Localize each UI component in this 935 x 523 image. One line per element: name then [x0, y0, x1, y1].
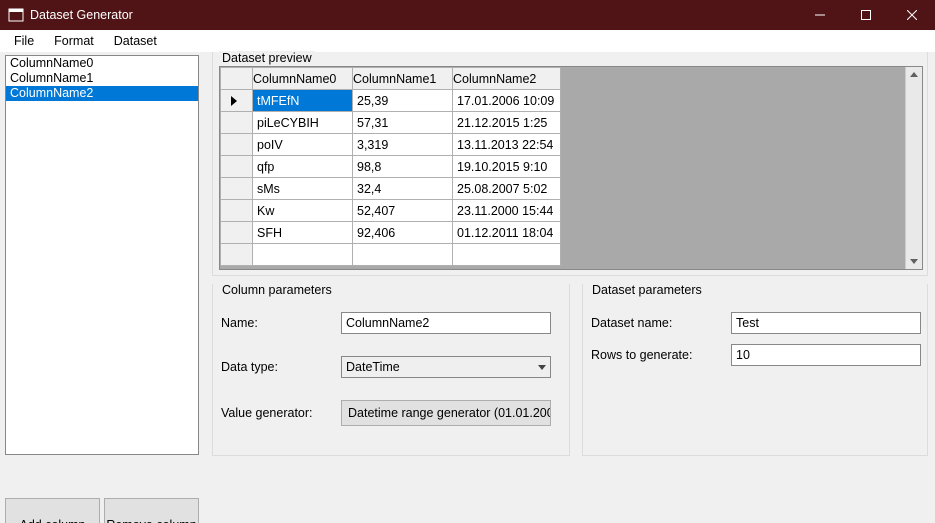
row-header[interactable] — [221, 244, 253, 266]
column-name-input[interactable] — [341, 312, 551, 334]
row-header[interactable] — [221, 134, 253, 156]
data-type-label: Data type: — [221, 360, 341, 374]
grid-cell[interactable]: 19.10.2015 9:10 — [453, 156, 561, 178]
dataset-name-input[interactable] — [731, 312, 921, 334]
grid-cell[interactable]: 23.11.2000 15:44 — [453, 200, 561, 222]
grid-cell[interactable]: 92,406 — [353, 222, 453, 244]
value-generator-button[interactable]: Datetime range generator (01.01.2000 — [341, 400, 551, 426]
value-generator-label: Value generator: — [221, 406, 341, 420]
column-header[interactable]: ColumnName2 — [453, 68, 561, 90]
group-label: Dataset preview — [219, 51, 315, 65]
grid-cell[interactable]: 21.12.2015 1:25 — [453, 112, 561, 134]
rows-to-generate-label: Rows to generate: — [591, 348, 731, 362]
dataset-name-label: Dataset name: — [591, 316, 731, 330]
menu-bar: File Format Dataset — [0, 30, 935, 52]
grid-cell[interactable]: qfp — [253, 156, 353, 178]
row-header[interactable] — [221, 90, 253, 112]
dataset-preview-group: Dataset preview ColumnName0 ColumnName1 … — [212, 52, 928, 276]
grid-cell[interactable]: Kw — [253, 200, 353, 222]
preview-grid[interactable]: ColumnName0 ColumnName1 ColumnName2 tMFE… — [219, 66, 923, 270]
list-item[interactable]: ColumnName0 — [6, 56, 198, 71]
column-header[interactable]: ColumnName1 — [353, 68, 453, 90]
row-header[interactable] — [221, 156, 253, 178]
grid-cell[interactable]: 57,31 — [353, 112, 453, 134]
grid-cell[interactable] — [353, 244, 453, 266]
close-button[interactable] — [889, 0, 935, 30]
app-icon — [8, 7, 24, 23]
row-header[interactable] — [221, 222, 253, 244]
remove-column-button[interactable]: Remove column — [104, 498, 199, 523]
table-row[interactable]: qfp 98,8 19.10.2015 9:10 — [221, 156, 561, 178]
add-column-button[interactable]: Add column — [5, 498, 100, 523]
table-row[interactable] — [221, 244, 561, 266]
grid-cell[interactable]: 17.01.2006 10:09 — [453, 90, 561, 112]
table-row[interactable]: SFH 92,406 01.12.2011 18:04 — [221, 222, 561, 244]
window-title: Dataset Generator — [30, 8, 797, 22]
rows-to-generate-input[interactable] — [731, 344, 921, 366]
name-label: Name: — [221, 316, 341, 330]
grid-cell[interactable]: 52,407 — [353, 200, 453, 222]
grid-cell[interactable]: 13.11.2013 22:54 — [453, 134, 561, 156]
columns-listbox[interactable]: ColumnName0 ColumnName1 ColumnName2 — [5, 55, 199, 455]
grid-corner[interactable] — [221, 68, 253, 90]
table-row[interactable]: piLeCYBIH 57,31 21.12.2015 1:25 — [221, 112, 561, 134]
grid-cell[interactable]: 3,319 — [353, 134, 453, 156]
grid-cell[interactable]: poIV — [253, 134, 353, 156]
grid-cell[interactable]: 98,8 — [353, 156, 453, 178]
menu-format[interactable]: Format — [44, 32, 104, 50]
column-header[interactable]: ColumnName0 — [253, 68, 353, 90]
title-bar: Dataset Generator — [0, 0, 935, 30]
group-label: Column parameters — [219, 283, 335, 297]
select-value: DateTime — [346, 360, 400, 374]
grid-cell[interactable]: piLeCYBIH — [253, 112, 353, 134]
grid-cell[interactable]: SFH — [253, 222, 353, 244]
grid-cell[interactable]: sMs — [253, 178, 353, 200]
table-row[interactable]: sMs 32,4 25.08.2007 5:02 — [221, 178, 561, 200]
grid-cell[interactable]: 01.12.2011 18:04 — [453, 222, 561, 244]
grid-cell[interactable] — [253, 244, 353, 266]
grid-cell[interactable]: 32,4 — [353, 178, 453, 200]
list-item[interactable]: ColumnName2 — [6, 86, 198, 101]
row-header[interactable] — [221, 200, 253, 222]
list-item[interactable]: ColumnName1 — [6, 71, 198, 86]
vertical-scrollbar[interactable] — [905, 67, 922, 269]
data-type-select[interactable]: DateTime — [341, 356, 551, 378]
grid-cell[interactable]: tMFEfN — [253, 90, 353, 112]
table-row[interactable]: Kw 52,407 23.11.2000 15:44 — [221, 200, 561, 222]
row-header[interactable] — [221, 112, 253, 134]
chevron-down-icon — [538, 365, 546, 370]
minimize-button[interactable] — [797, 0, 843, 30]
table-row[interactable]: poIV 3,319 13.11.2013 22:54 — [221, 134, 561, 156]
grid-cell[interactable]: 25,39 — [353, 90, 453, 112]
grid-cell[interactable]: 25.08.2007 5:02 — [453, 178, 561, 200]
group-label: Dataset parameters — [589, 283, 705, 297]
row-header[interactable] — [221, 178, 253, 200]
window-controls — [797, 0, 935, 30]
maximize-button[interactable] — [843, 0, 889, 30]
menu-file[interactable]: File — [4, 32, 44, 50]
dataset-parameters-group: Dataset parameters Dataset name: Rows to… — [582, 284, 928, 456]
menu-dataset[interactable]: Dataset — [104, 32, 167, 50]
table-row[interactable]: tMFEfN 25,39 17.01.2006 10:09 — [221, 90, 561, 112]
column-parameters-group: Column parameters Name: Data type: DateT… — [212, 284, 570, 456]
grid-cell[interactable] — [453, 244, 561, 266]
